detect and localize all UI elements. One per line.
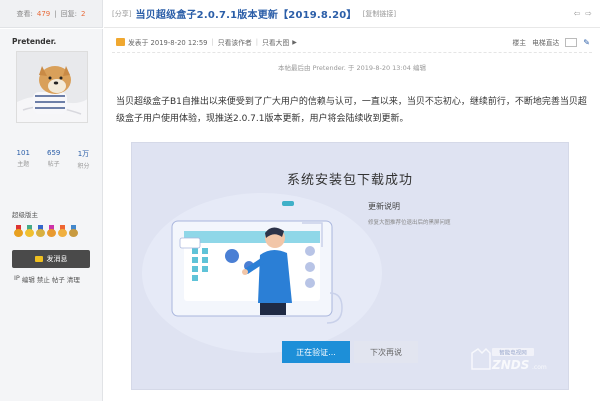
stats-separator: |: [54, 9, 57, 18]
envelope-icon: [34, 256, 43, 262]
later-button[interactable]: 下次再说: [354, 341, 418, 363]
medal-icon[interactable]: [14, 225, 23, 237]
moderation-actions: IP 编辑 禁止 帖子 清理: [14, 274, 80, 284]
copy-link-button[interactable]: [复制链接]: [363, 9, 396, 19]
post-body: 当贝超级盒子B1自推出以来便受到了广大用户的信赖与认可，一直以来，当贝不忘初心，…: [116, 97, 587, 124]
action-posts[interactable]: 帖子: [52, 274, 65, 284]
action-edit[interactable]: 编辑: [22, 274, 35, 284]
author-stats: 101 主题 659 帖子 1万 积分: [8, 149, 98, 170]
action-ip[interactable]: IP: [14, 274, 20, 284]
znds-watermark: 智能电视网 ZNDS .com: [470, 347, 550, 373]
stat-points-value: 1万: [77, 150, 90, 158]
medal-icon[interactable]: [69, 225, 78, 237]
replies-count: 2: [80, 9, 86, 18]
watermark-suffix: .com: [532, 364, 547, 371]
action-clean[interactable]: 清理: [67, 274, 80, 284]
medal-icon[interactable]: [47, 225, 56, 237]
post-icon: [116, 38, 125, 46]
elevator-link[interactable]: 电梯直达: [532, 37, 559, 47]
send-message-button[interactable]: 发消息: [12, 250, 90, 268]
edited-note: 本帖最后由 Pretender. 于 2019-8-20 13:04 编辑: [278, 64, 426, 72]
author-only-link[interactable]: 只看该作者: [218, 37, 252, 47]
verifying-button[interactable]: 正在验证...: [282, 341, 350, 363]
stat-points[interactable]: 1万 积分: [77, 149, 89, 170]
watermark-caption: 智能电视网: [499, 349, 527, 357]
thread-nav: ⇦ ⇨: [574, 9, 592, 18]
big-image-link[interactable]: 只看大图: [262, 37, 289, 47]
stat-threads-value: 101: [16, 149, 30, 157]
meta-separator: |: [255, 38, 259, 46]
stat-points-label: 积分: [77, 163, 90, 170]
post-meta-right: 楼主 电梯直达 ✎: [513, 37, 590, 47]
post-image[interactable]: 系统安装包下载成功 更新说明 修复大图推荐位退出后的黑屏问题 正在验证... 下…: [131, 142, 569, 390]
post-meta: 发表于 2019-8-20 12:59 | 只看该作者 | 只看大图 ▶ 楼主 …: [116, 35, 590, 49]
views-label: 查看:: [16, 9, 33, 18]
stat-posts-label: 帖子: [47, 161, 60, 168]
meta-separator: |: [211, 38, 214, 46]
thread-title: 当贝超级盒子2.0.7.1版本更新【2019.8.20】: [135, 10, 357, 21]
chevron-right-icon: ▶: [292, 38, 297, 46]
thread-stats: 查看: 479 | 回复: 2: [0, 0, 103, 28]
send-message-label: 发消息: [46, 255, 68, 263]
prev-thread-icon[interactable]: ⇦: [574, 9, 581, 18]
action-ban[interactable]: 禁止: [37, 274, 50, 284]
stat-posts-value: 659: [46, 149, 61, 157]
user-group[interactable]: 超级版主: [12, 209, 38, 219]
wrench-icon[interactable]: ✎: [583, 38, 590, 47]
thread-title-bar: [分享] 当贝超级盒子2.0.7.1版本更新【2019.8.20】 [复制链接]…: [104, 0, 600, 28]
stat-threads-label: 主题: [17, 161, 30, 168]
stat-posts[interactable]: 659 帖子: [47, 149, 60, 170]
medal-row: [14, 225, 78, 237]
author-sidebar: Pretender. 101 主题 659 帖子 1万 积分 超级版主 发消息 …: [0, 29, 103, 401]
dialog-title: 系统安装包下载成功: [286, 173, 413, 188]
next-thread-icon[interactable]: ⇨: [585, 9, 592, 18]
floor-label: 楼主: [512, 39, 527, 47]
watermark-text: ZNDS: [491, 358, 529, 372]
medal-icon[interactable]: [58, 225, 67, 237]
author-name[interactable]: Pretender.: [12, 37, 56, 46]
thread-category[interactable]: [分享]: [112, 9, 131, 19]
medal-icon[interactable]: [36, 225, 45, 237]
floor-input[interactable]: [565, 37, 578, 47]
meta-divider: [112, 52, 592, 53]
update-notes-title: 更新说明: [368, 202, 400, 211]
medal-icon[interactable]: [25, 225, 34, 237]
post-date: 发表于 2019-8-20 12:59: [128, 39, 208, 47]
stat-threads[interactable]: 101 主题: [17, 149, 30, 170]
update-notes-text: 修复大图推荐位退出后的黑屏问题: [368, 220, 451, 226]
views-count: 479: [36, 9, 51, 18]
replies-label: 回复:: [60, 9, 77, 18]
